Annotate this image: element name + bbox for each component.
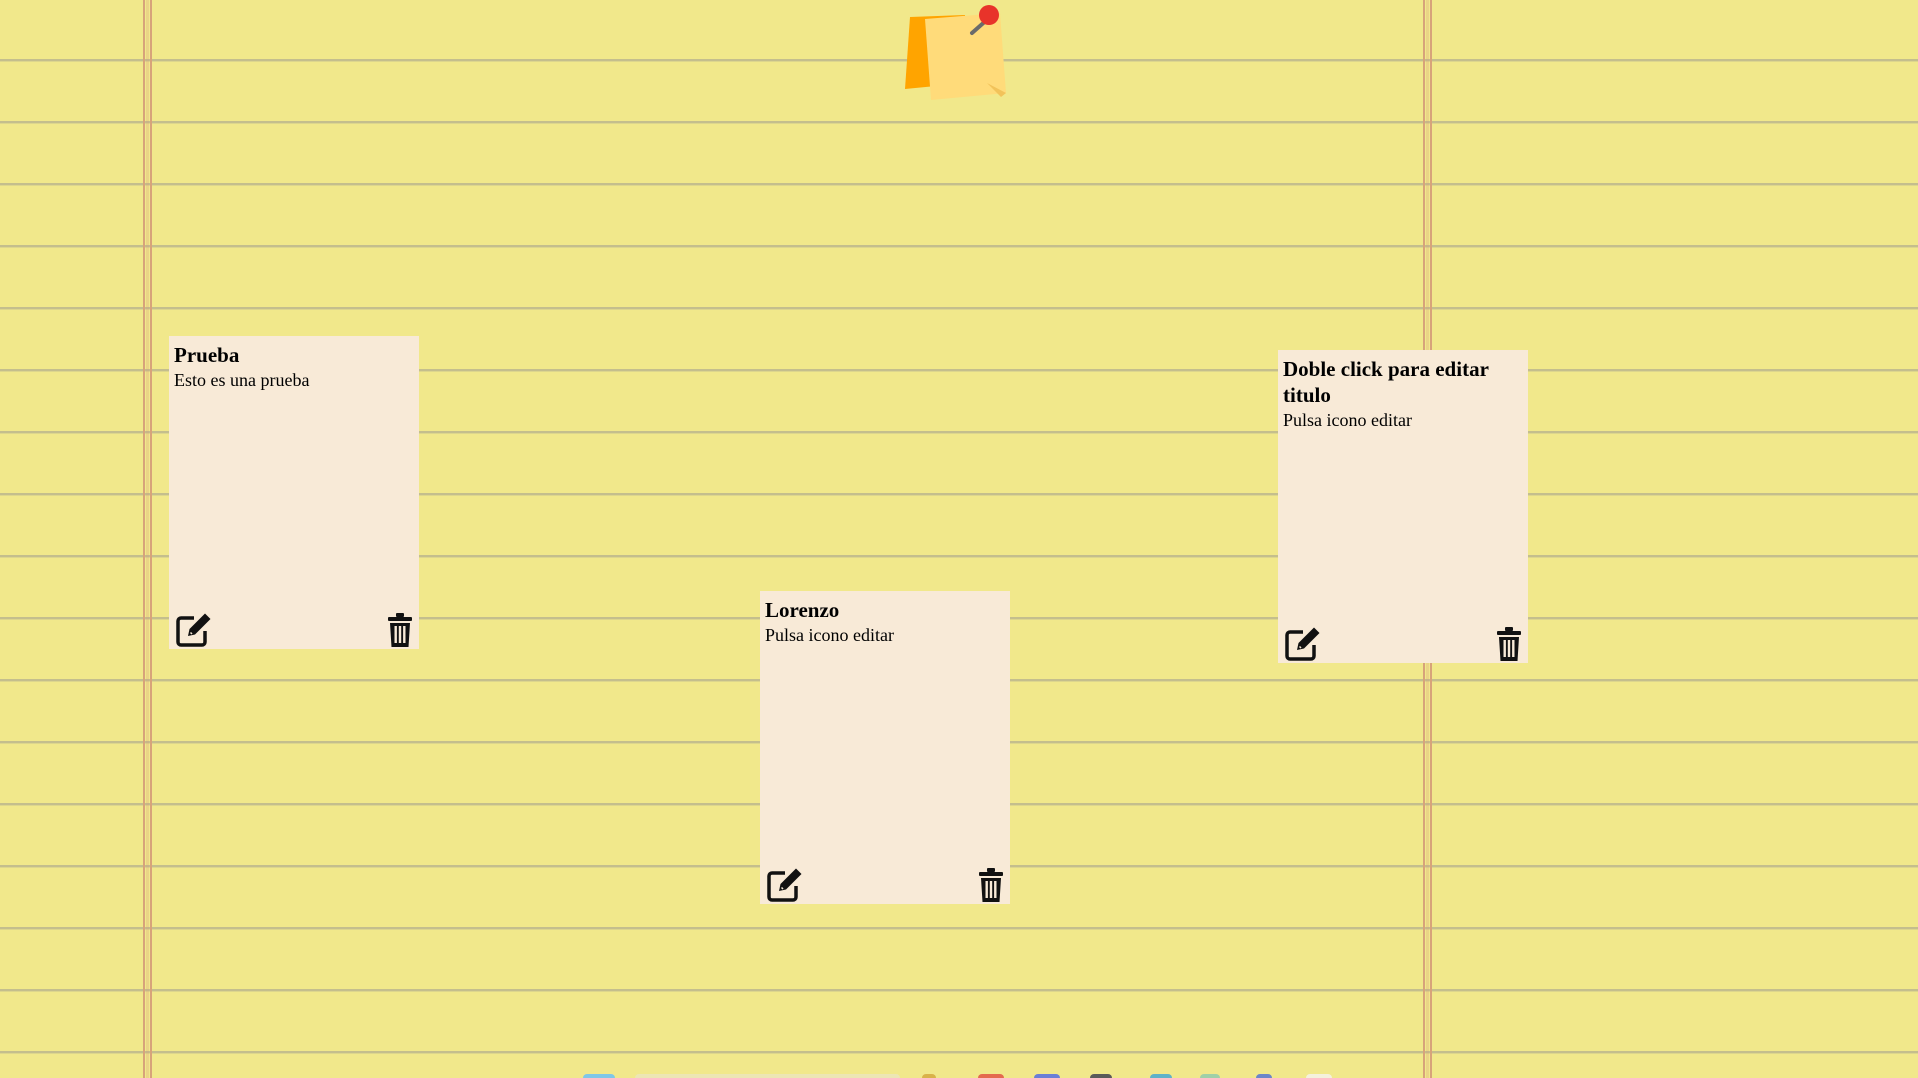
taskbar-app-icon[interactable] [1150, 1074, 1172, 1078]
sticky-note-pin-icon [905, 5, 1015, 100]
taskbar-app-icon[interactable] [1034, 1074, 1060, 1078]
taskbar-app-icon[interactable] [1090, 1074, 1112, 1078]
edit-icon[interactable] [174, 609, 214, 649]
note-title[interactable]: Lorenzo [765, 597, 1005, 623]
left-margin-line [141, 0, 155, 1078]
trash-icon[interactable] [385, 611, 415, 649]
taskbar-app-icon[interactable] [1306, 1074, 1332, 1078]
note-card[interactable]: Prueba Esto es una prueba [169, 336, 419, 649]
note-card[interactable]: Doble click para editar titulo Pulsa ico… [1278, 350, 1528, 663]
taskbar-app-icon[interactable] [583, 1074, 615, 1078]
taskbar-app-icon[interactable] [978, 1074, 1004, 1078]
trash-icon[interactable] [976, 866, 1006, 904]
note-body: Pulsa icono editar [765, 625, 894, 645]
taskbar-app-icon[interactable] [1256, 1074, 1272, 1078]
taskbar [0, 1074, 1918, 1078]
taskbar-search-box[interactable] [635, 1074, 900, 1078]
note-body: Pulsa icono editar [1283, 410, 1412, 430]
note-title[interactable]: Prueba [174, 342, 414, 368]
taskbar-app-icon[interactable] [1200, 1074, 1220, 1078]
note-title[interactable]: Doble click para editar titulo [1283, 356, 1523, 408]
taskbar-app-icon[interactable] [922, 1074, 936, 1078]
trash-icon[interactable] [1494, 625, 1524, 663]
note-body: Esto es una prueba [174, 370, 310, 390]
edit-icon[interactable] [765, 864, 805, 904]
note-card[interactable]: Lorenzo Pulsa icono editar [760, 591, 1010, 904]
edit-icon[interactable] [1283, 623, 1323, 663]
